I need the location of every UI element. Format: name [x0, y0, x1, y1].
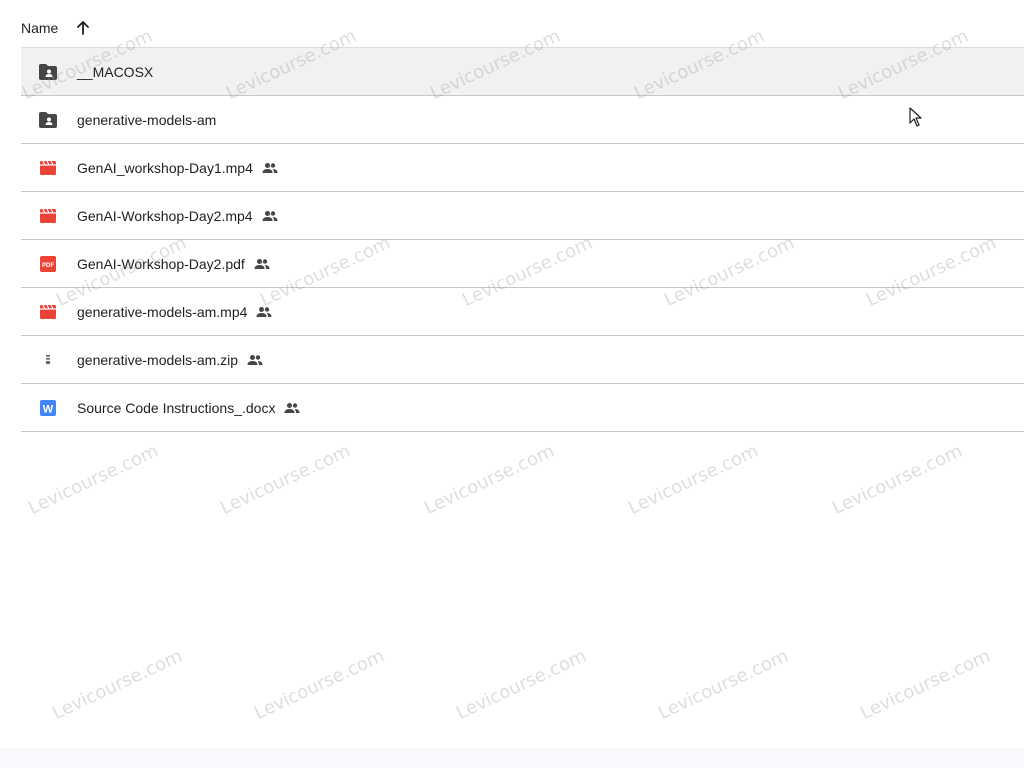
shared-people-icon — [253, 255, 271, 273]
watermark-text: Levicourse.com — [655, 645, 792, 724]
word-doc-icon: W — [38, 398, 58, 418]
arrow-up-icon[interactable] — [72, 17, 94, 39]
file-list: __MACOSX generative-models-am GenAI_worksh… — [21, 47, 1024, 432]
file-name: generative-models-am — [77, 111, 217, 128]
watermark-text: Levicourse.com — [829, 440, 966, 519]
file-row[interactable]: GenAI-Workshop-Day2.mp4 — [21, 192, 1024, 240]
zip-file-icon — [38, 350, 58, 370]
bottom-strip — [0, 748, 1024, 768]
shared-people-icon — [255, 303, 273, 321]
shared-people-icon — [261, 159, 279, 177]
file-name: Source Code Instructions_.docx — [77, 399, 276, 416]
svg-text:PDF: PDF — [42, 263, 54, 269]
watermark-text: Levicourse.com — [421, 440, 558, 519]
file-name: generative-models-am.mp4 — [77, 303, 248, 320]
shared-folder-icon — [38, 62, 58, 82]
mouse-pointer-icon — [909, 107, 923, 127]
name-column-header[interactable]: Name — [21, 20, 58, 36]
watermark-text: Levicourse.com — [25, 440, 162, 519]
pdf-file-icon: PDF — [38, 254, 58, 274]
video-file-icon — [38, 302, 58, 322]
file-row[interactable]: W Source Code Instructions_.docx — [21, 384, 1024, 432]
file-name: GenAI-Workshop-Day2.mp4 — [77, 207, 253, 224]
shared-people-icon — [261, 207, 279, 225]
file-row[interactable]: generative-models-am.mp4 — [21, 288, 1024, 336]
file-name: generative-models-am.zip — [77, 351, 239, 368]
list-header: Name — [21, 10, 94, 46]
file-row[interactable]: generative-models-am.zip — [21, 336, 1024, 384]
video-file-icon — [38, 206, 58, 226]
file-row[interactable]: generative-models-am — [21, 96, 1024, 144]
shared-people-icon — [283, 399, 301, 417]
watermark-text: Levicourse.com — [857, 645, 994, 724]
shared-people-icon — [246, 351, 264, 369]
file-row[interactable]: __MACOSX — [21, 48, 1024, 96]
svg-text:W: W — [43, 403, 54, 415]
file-name: __MACOSX — [77, 63, 154, 80]
watermark-text: Levicourse.com — [49, 645, 186, 724]
file-name: GenAI_workshop-Day1.mp4 — [77, 159, 253, 176]
file-row[interactable]: GenAI_workshop-Day1.mp4 — [21, 144, 1024, 192]
video-file-icon — [38, 158, 58, 178]
drive-file-list-page: Name __MACOSX generative-models-am GenAI_w… — [0, 0, 1024, 768]
watermark-text: Levicourse.com — [217, 440, 354, 519]
file-name: GenAI-Workshop-Day2.pdf — [77, 255, 245, 272]
watermark-text: Levicourse.com — [625, 440, 762, 519]
watermark-text: Levicourse.com — [453, 645, 590, 724]
file-row[interactable]: PDF GenAI-Workshop-Day2.pdf — [21, 240, 1024, 288]
watermark-text: Levicourse.com — [251, 645, 388, 724]
shared-folder-icon — [38, 110, 58, 130]
